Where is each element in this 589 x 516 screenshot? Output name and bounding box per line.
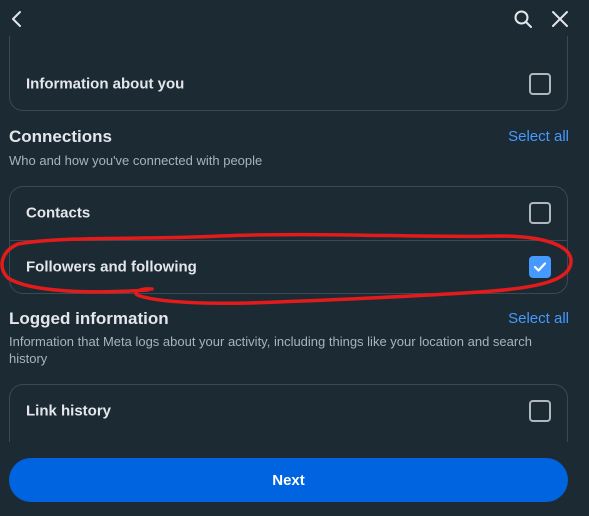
section-description-logged-information: Information that Meta logs about your ac… [9, 334, 532, 366]
select-all-logged-link[interactable]: Select all [508, 310, 569, 327]
option-label: Contacts [26, 204, 91, 222]
search-button[interactable] [510, 6, 536, 32]
checkbox-unchecked[interactable] [529, 400, 551, 422]
option-label: Followers and following [26, 258, 197, 276]
connections-card: Contacts Followers and following [9, 186, 568, 294]
option-information-about-you[interactable]: Information about you [10, 58, 567, 110]
checkmark-icon [533, 262, 547, 272]
your-information-card: Information about you [9, 36, 568, 111]
section-description-connections: Who and how you've connected with people [9, 153, 263, 168]
checkbox-checked[interactable] [529, 256, 551, 278]
option-link-history[interactable]: Link history [10, 385, 567, 437]
logged-information-card: Link history [9, 384, 568, 442]
close-button[interactable] [547, 6, 573, 32]
section-title-connections: Connections [9, 127, 112, 146]
option-label: Information about you [26, 75, 185, 93]
close-icon [552, 11, 568, 27]
back-button[interactable] [4, 6, 30, 32]
option-label: Link history [26, 402, 112, 420]
checkbox-unchecked[interactable] [529, 202, 551, 224]
option-followers-and-following[interactable]: Followers and following [10, 241, 567, 293]
next-button[interactable]: Next [9, 458, 568, 502]
top-bar [0, 0, 589, 40]
search-icon [514, 10, 532, 28]
select-all-connections-link[interactable]: Select all [508, 128, 569, 145]
chevron-left-icon [12, 11, 21, 27]
option-contacts[interactable]: Contacts [10, 187, 567, 239]
section-title-logged-information: Logged information [9, 309, 169, 328]
checkbox-unchecked[interactable] [529, 73, 551, 95]
